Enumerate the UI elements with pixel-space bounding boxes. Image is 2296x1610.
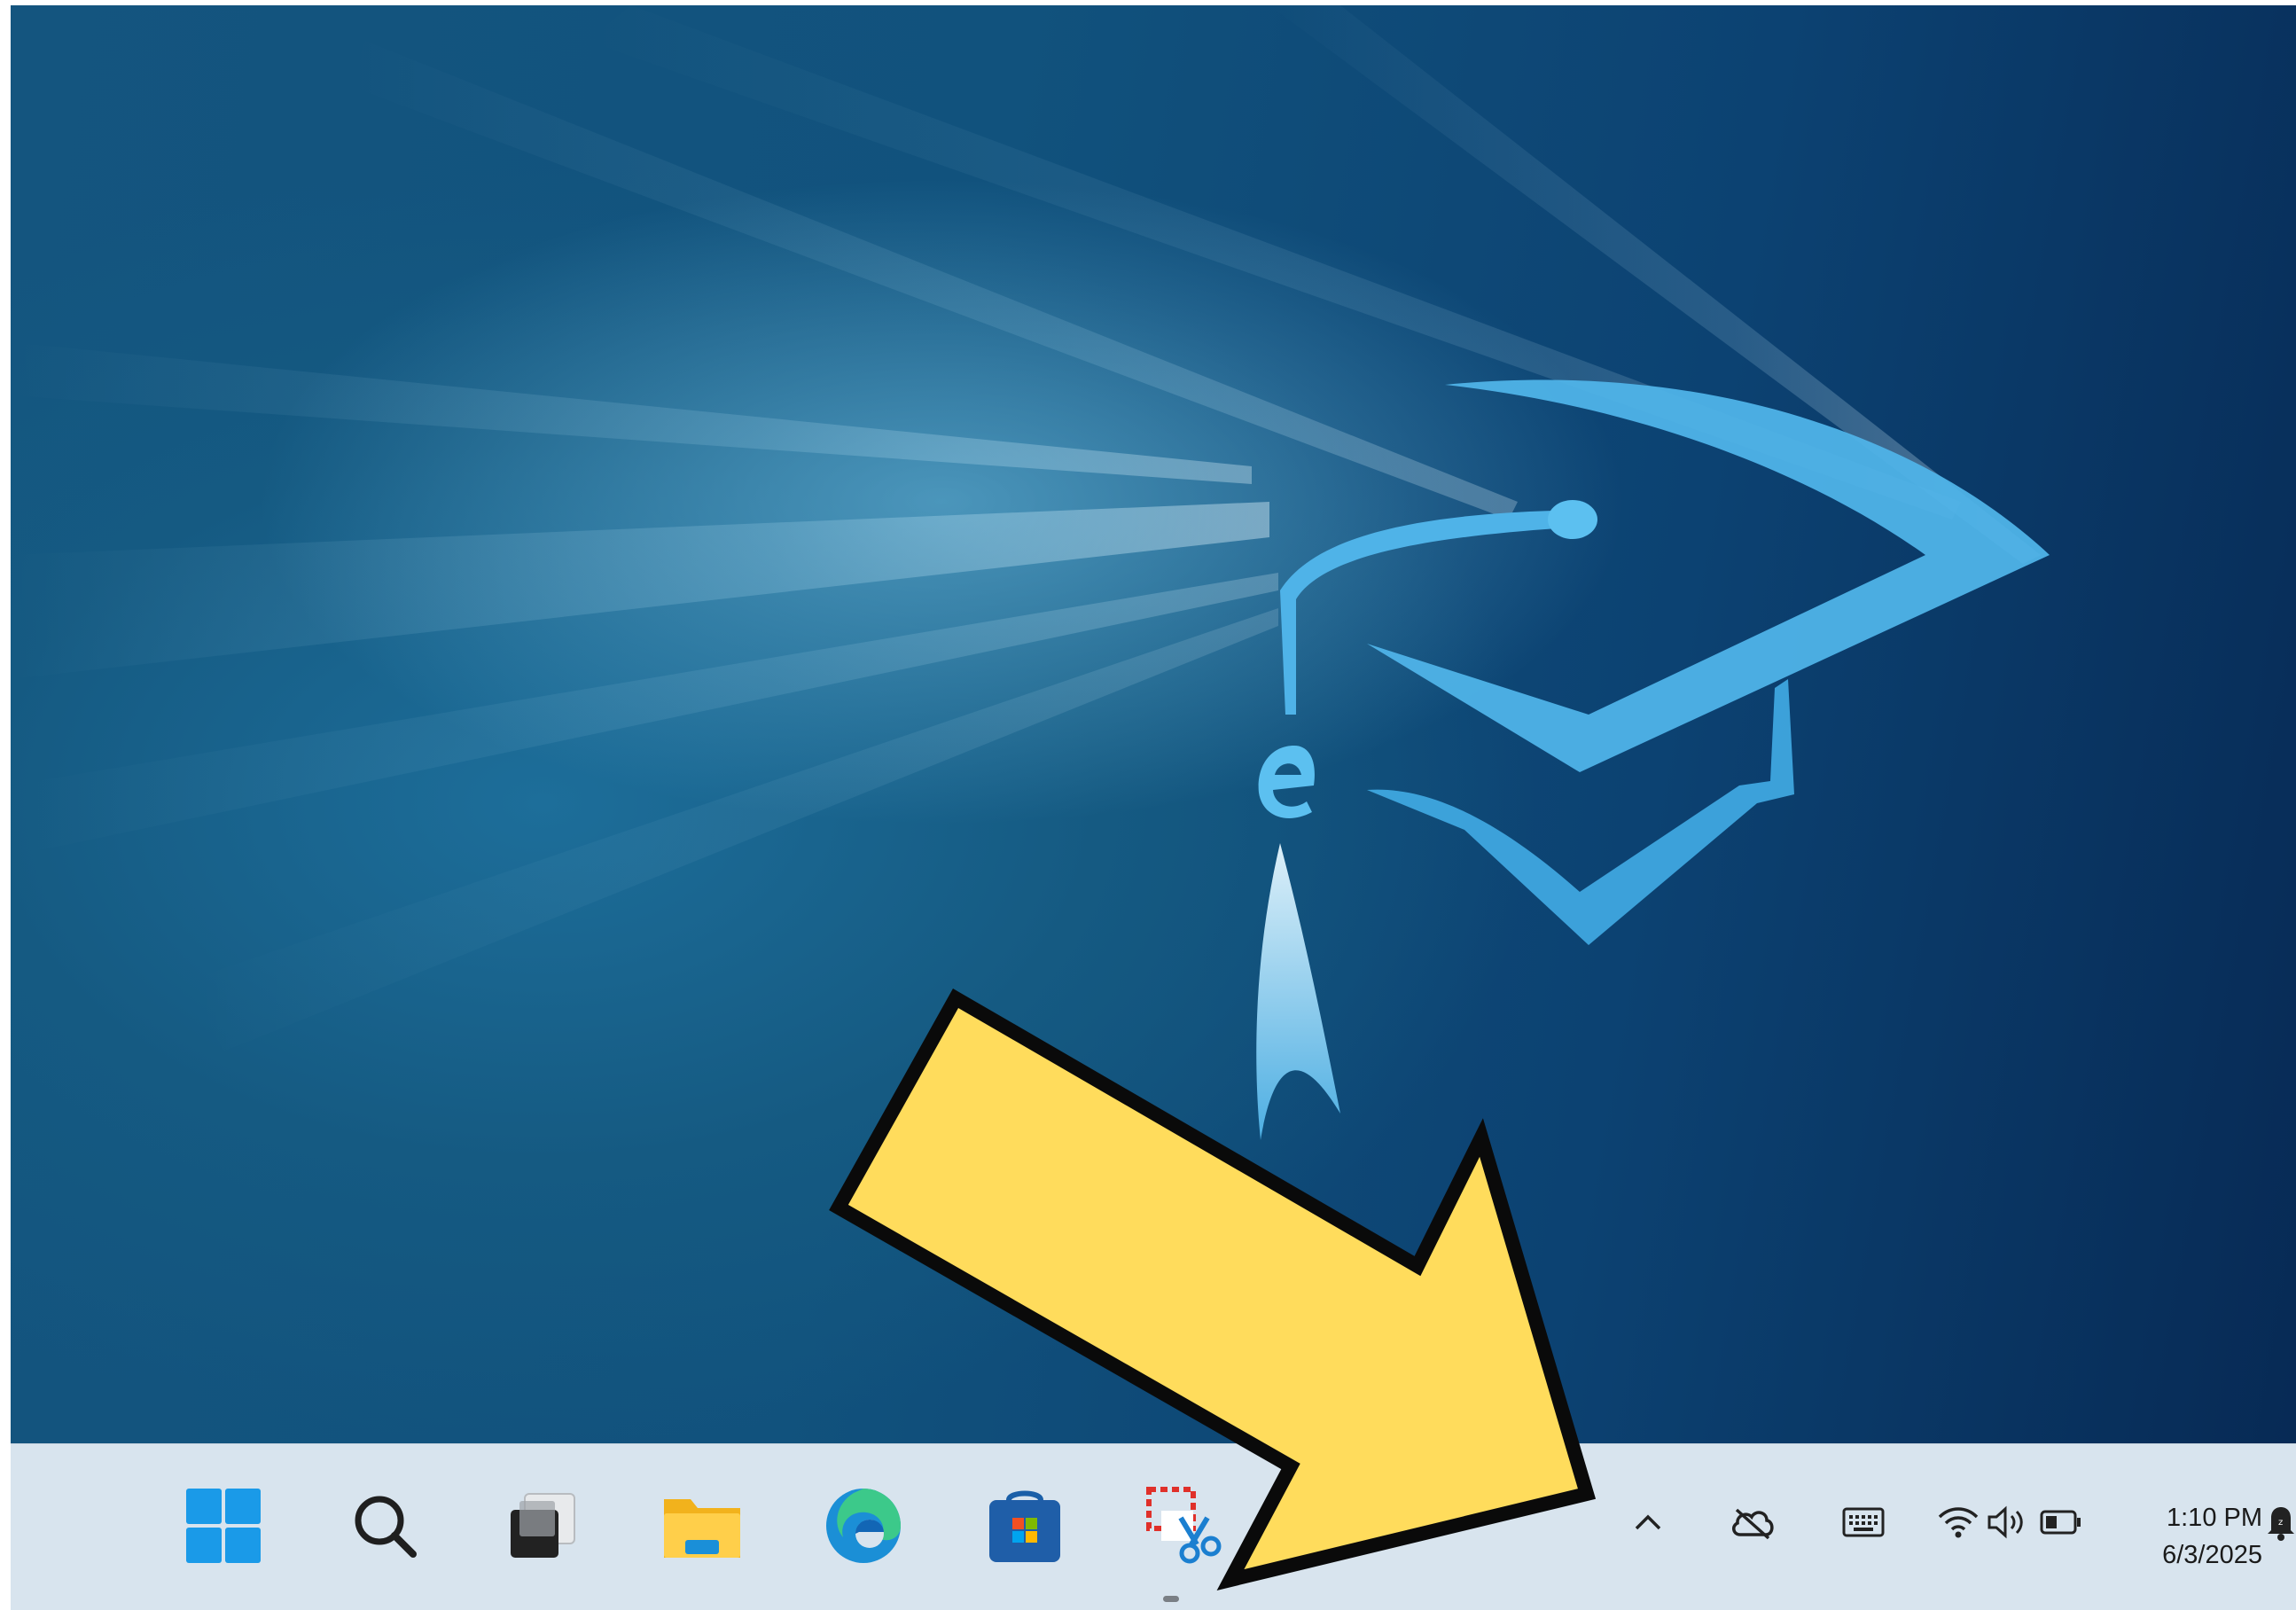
store-button[interactable] — [980, 1481, 1069, 1570]
onedrive-offline-icon — [1732, 1508, 1774, 1540]
quick-settings-button[interactable] — [1925, 1487, 2094, 1558]
battery-icon — [2040, 1510, 2081, 1535]
chevron-up-icon — [1635, 1514, 1661, 1530]
keyboard-icon — [1842, 1507, 1885, 1537]
snipping-tool-icon — [1146, 1487, 1222, 1564]
onedrive-status-button[interactable] — [1722, 1487, 1784, 1558]
taskbar: 1:10 PM 6/3/2025 z — [11, 1443, 2296, 1610]
file-explorer-button[interactable] — [658, 1481, 746, 1570]
svg-text:z: z — [2278, 1518, 2283, 1528]
touch-keyboard-button[interactable] — [1828, 1487, 1899, 1558]
search-icon — [355, 1496, 417, 1558]
clock-date: 6/3/2025 — [2162, 1541, 2262, 1569]
show-hidden-icons-button[interactable] — [1626, 1487, 1670, 1558]
snipping-tool-button[interactable] — [1141, 1481, 1230, 1570]
store-icon — [989, 1490, 1060, 1562]
taskbar-clock[interactable]: 1:10 PM 6/3/2025 — [2103, 1499, 2262, 1574]
active-app-indicator — [1163, 1596, 1179, 1602]
desktop-screen: 1:10 PM 6/3/2025 z — [11, 5, 2296, 1610]
task-view-icon — [511, 1493, 575, 1558]
notification-center-button[interactable]: z — [2264, 1487, 2296, 1558]
notification-bell-icon: z — [2268, 1507, 2294, 1541]
folder-icon — [664, 1499, 740, 1558]
wifi-icon — [1938, 1507, 1979, 1538]
search-button[interactable] — [340, 1481, 429, 1570]
clock-time: 1:10 PM — [2167, 1504, 2262, 1532]
task-view-button[interactable] — [498, 1481, 587, 1570]
start-button[interactable] — [179, 1481, 268, 1570]
edge-icon — [826, 1489, 901, 1563]
volume-icon — [1988, 1505, 2023, 1539]
windows-start-icon — [186, 1489, 261, 1563]
desktop-wallpaper[interactable] — [11, 5, 2296, 1443]
wallpaper-art — [11, 5, 2050, 1140]
edge-button[interactable] — [819, 1481, 908, 1570]
